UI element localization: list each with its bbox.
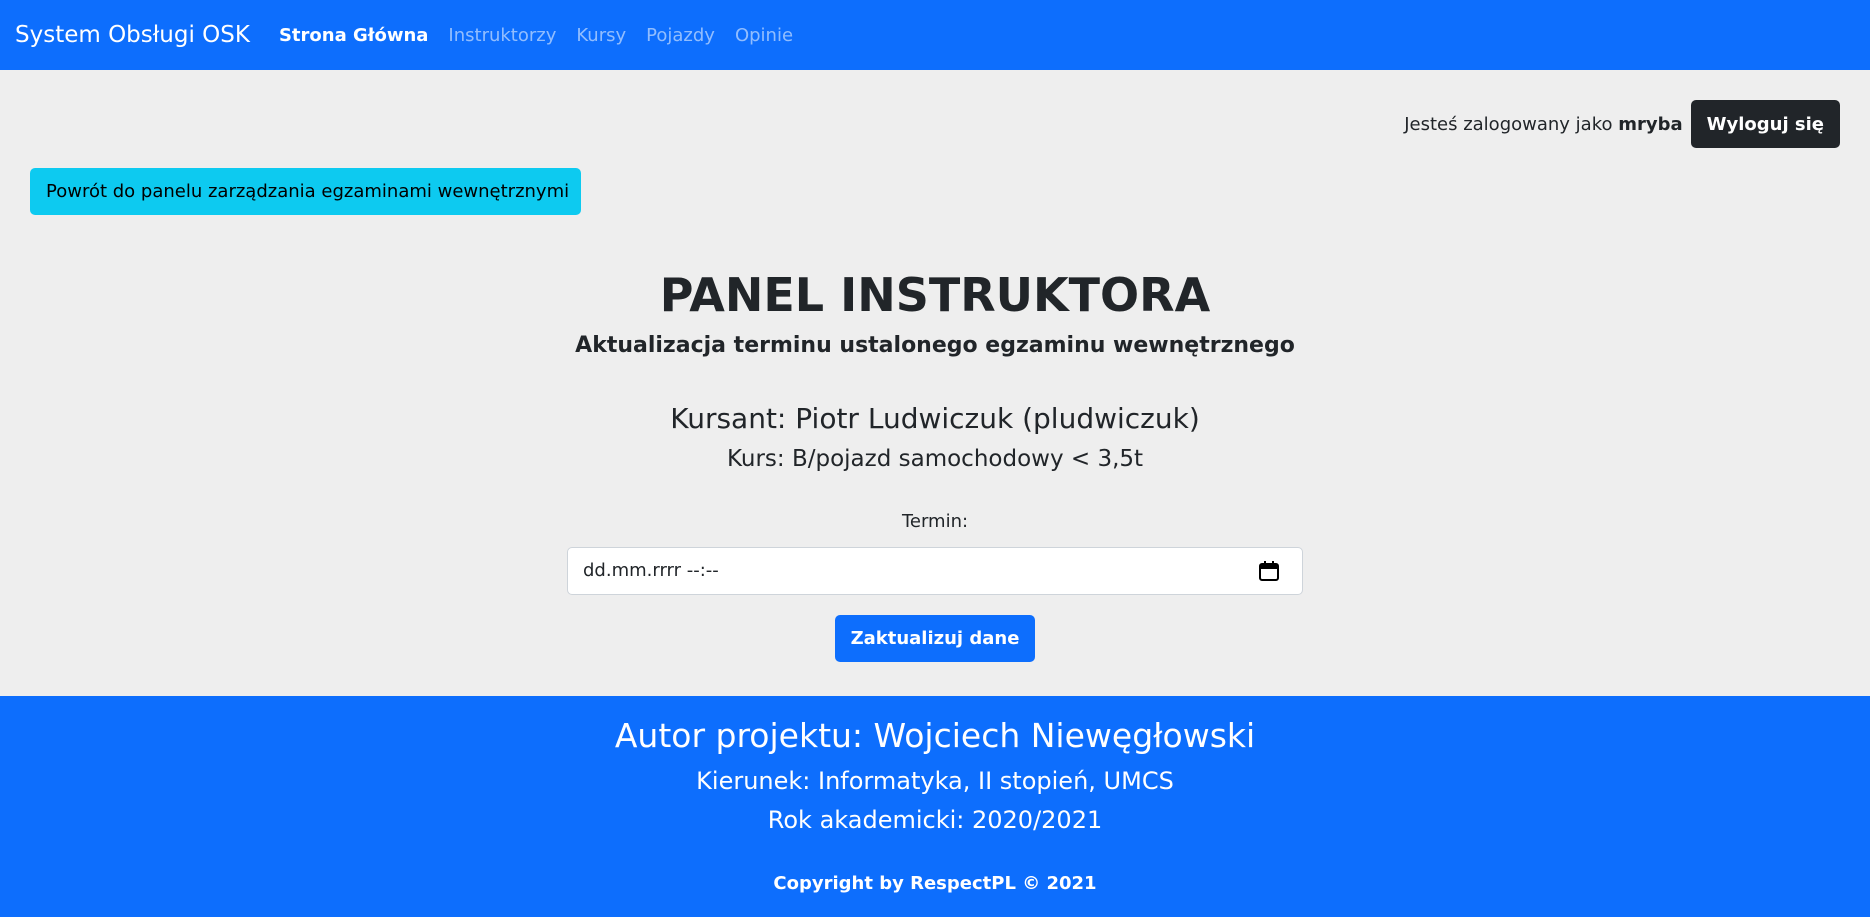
update-data-button[interactable]: Zaktualizuj dane <box>834 615 1036 662</box>
nav-link-home[interactable]: Strona Główna <box>279 25 428 46</box>
footer-academic-year: Rok akademicki: 2020/2021 <box>767 806 1103 834</box>
term-label: Termin: <box>901 511 969 532</box>
logout-button[interactable]: Wyloguj się <box>1690 100 1840 148</box>
nav-links: Strona Główna Instruktorzy Kursy Pojazdy… <box>279 25 793 46</box>
nav-link-reviews[interactable]: Opinie <box>735 25 793 46</box>
calendar-icon[interactable] <box>1258 560 1280 582</box>
top-navbar: System Obsługi OSK Strona Główna Instruk… <box>0 0 1870 70</box>
nav-link-courses[interactable]: Kursy <box>576 25 626 46</box>
student-info: Kursant: Piotr Ludwiczuk (pludwiczuk) <box>670 402 1200 435</box>
page-subtitle: Aktualizacja terminu ustalonego egzaminu… <box>575 333 1295 358</box>
username: mryba <box>1618 113 1683 135</box>
logged-in-text: Jesteś zalogowany jako mryba <box>1404 114 1682 135</box>
main-content: PANEL INSTRUKTORA Aktualizacja terminu u… <box>0 262 1870 662</box>
date-placeholder: dd.mm.rrrr --:-- <box>583 560 719 581</box>
footer-author: Autor projektu: Wojciech Niewęgłowski <box>614 716 1256 755</box>
nav-link-instructors[interactable]: Instruktorzy <box>448 25 556 46</box>
footer-copyright: Copyright by RespectPL © 2021 <box>773 873 1097 894</box>
exam-datetime-input[interactable]: dd.mm.rrrr --:-- <box>567 547 1303 595</box>
back-to-exams-panel-button[interactable]: Powrót do panelu zarządzania egzaminami … <box>30 168 581 215</box>
logged-in-label: Jesteś zalogowany jako <box>1404 113 1613 135</box>
footer-field-of-study: Kierunek: Informatyka, II stopień, UMCS <box>696 767 1174 795</box>
user-status-bar: Jesteś zalogowany jako mryba Wyloguj się <box>1404 100 1840 148</box>
brand-link[interactable]: System Obsługi OSK <box>15 22 250 48</box>
page-title: PANEL INSTRUKTORA <box>659 268 1211 322</box>
nav-link-vehicles[interactable]: Pojazdy <box>646 25 715 46</box>
page-footer: Autor projektu: Wojciech Niewęgłowski Ki… <box>0 696 1870 917</box>
course-info: Kurs: B/pojazd samochodowy < 3,5t <box>726 446 1144 472</box>
